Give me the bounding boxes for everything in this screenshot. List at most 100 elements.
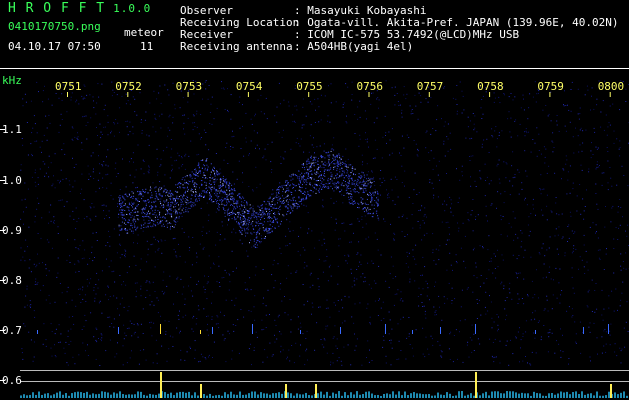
noise-dot: [446, 298, 448, 300]
noise-dot: [466, 344, 468, 346]
noise-dot: [161, 113, 163, 115]
noise-dot: [167, 127, 169, 129]
echo-dot: [348, 164, 350, 166]
echo-dot: [317, 164, 319, 165]
strip-bar: [173, 395, 175, 398]
noise-dot: [252, 189, 254, 191]
noise-dot: [372, 157, 374, 159]
echo-dot: [240, 227, 242, 229]
echo-dot: [345, 189, 347, 191]
x-tick-label: 0759: [537, 80, 564, 93]
noise-dot: [459, 179, 461, 181]
noise-dot: [262, 361, 264, 363]
echo-dot: [211, 178, 213, 179]
echo-dot: [260, 210, 262, 212]
noise-dot: [525, 130, 527, 132]
strip-bar: [275, 393, 277, 398]
noise-dot: [309, 135, 311, 137]
echo-dot: [159, 193, 161, 195]
noise-dot: [270, 161, 272, 163]
noise-dot: [351, 316, 353, 318]
echo-dot: [182, 207, 184, 209]
echo-dot: [277, 207, 279, 209]
noise-dot: [560, 294, 561, 296]
echo-dot: [316, 171, 318, 173]
noise-dot: [412, 203, 414, 204]
echo-dot: [253, 231, 255, 233]
echo-dot: [228, 188, 230, 190]
echo-dot: [209, 192, 210, 194]
echo-dot: [279, 201, 281, 203]
noise-dot: [58, 131, 60, 133]
noise-dot: [391, 128, 393, 130]
noise-dot: [78, 271, 80, 272]
noise-dot: [422, 220, 424, 221]
noise-dot: [148, 172, 150, 174]
noise-dot: [192, 237, 194, 238]
noise-dot: [450, 207, 451, 209]
noise-dot: [476, 277, 478, 279]
echo-dot: [376, 197, 377, 199]
noise-dot: [508, 364, 510, 366]
noise-dot: [309, 101, 311, 103]
noise-dot: [103, 210, 104, 212]
noise-dot: [172, 122, 174, 124]
echo-dot: [225, 198, 227, 199]
noise-dot: [50, 220, 52, 222]
echo-dot: [346, 168, 348, 170]
noise-dot: [207, 315, 209, 317]
noise-dot: [526, 175, 528, 177]
echo-dot: [166, 205, 168, 207]
noise-dot: [498, 96, 500, 98]
strip-bar: [320, 391, 322, 398]
strip-bar: [263, 393, 265, 398]
noise-dot: [240, 309, 242, 310]
noise-dot: [373, 122, 375, 124]
noise-dot: [125, 250, 127, 252]
echo-dot: [160, 189, 162, 191]
echo-dot: [204, 165, 206, 167]
noise-dot: [305, 115, 307, 117]
noise-dot: [521, 188, 523, 190]
noise-dot: [546, 194, 548, 196]
echo-dot: [244, 230, 246, 232]
echo-dot: [155, 206, 157, 208]
noise-dot: [45, 299, 47, 301]
noise-dot: [184, 298, 186, 300]
noise-dot: [436, 119, 438, 121]
echo-dot: [202, 177, 204, 178]
noise-dot: [444, 86, 446, 88]
noise-dot: [400, 318, 402, 320]
noise-dot: [471, 351, 473, 353]
noise-dot: [192, 330, 194, 332]
echo-dot: [299, 176, 301, 178]
echo-dot: [305, 184, 307, 186]
noise-dot: [321, 205, 323, 207]
noise-dot: [423, 234, 425, 236]
noise-dot: [172, 346, 174, 347]
echo-dot: [258, 225, 260, 227]
noise-dot: [353, 180, 355, 182]
echo-dot: [242, 215, 244, 217]
noise-dot: [53, 220, 55, 222]
noise-dot: [354, 349, 356, 351]
noise-dot: [480, 314, 482, 316]
x-tick-label: 0752: [115, 80, 142, 93]
noise-dot: [358, 265, 359, 267]
noise-dot: [94, 300, 96, 302]
noise-dot: [409, 281, 411, 283]
strip-peak: [315, 384, 317, 398]
noise-dot: [82, 342, 84, 344]
noise-dot: [433, 260, 435, 262]
noise-dot: [68, 180, 70, 182]
echo-dot: [231, 218, 233, 220]
noise-dot: [419, 224, 421, 226]
noise-dot: [129, 161, 130, 163]
noise-dot: [383, 339, 385, 341]
echo-dot: [162, 207, 164, 209]
noise-dot: [542, 214, 544, 216]
echo-dot: [248, 220, 250, 222]
noise-dot: [251, 123, 253, 125]
echo-dot: [336, 159, 338, 161]
noise-dot: [174, 237, 176, 239]
